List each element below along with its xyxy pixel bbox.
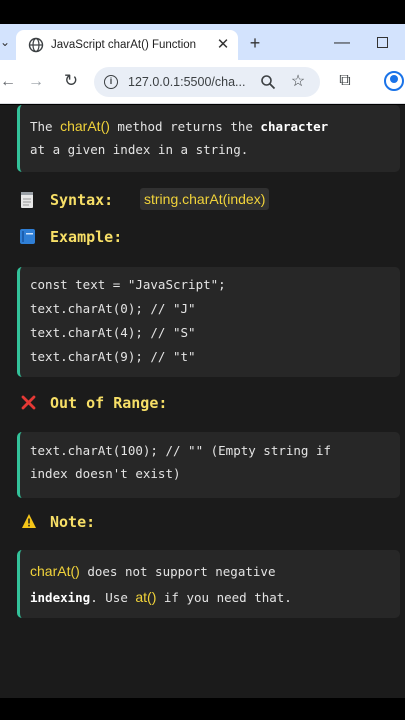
note-line-1: charAt() does not support negative	[30, 563, 276, 579]
out-of-range-line-2: index doesn't exist)	[30, 466, 181, 481]
note-code-charat: charAt()	[30, 563, 80, 579]
example-code-card: const text = "JavaScript"; text.charAt(0…	[17, 267, 400, 377]
syntax-code: string.charAt(index)	[140, 188, 270, 210]
syntax-label: Syntax:	[50, 191, 114, 209]
note-line-2: indexing. Use at() if you need that.	[30, 589, 292, 605]
tab-active[interactable]: JavaScript charAt() Function ✕	[16, 30, 238, 60]
out-of-range-line-1: text.charAt(100); // "" (Empty string if	[30, 443, 332, 458]
extensions-icon[interactable]: ⧉	[335, 71, 355, 91]
intro-line-2: at a given index in a string.	[30, 142, 249, 157]
example-code-line: text.charAt(4); // "S"	[30, 325, 196, 340]
globe-icon	[28, 37, 44, 53]
note-label: Note:	[50, 513, 96, 531]
profile-icon[interactable]	[384, 71, 404, 91]
back-button[interactable]: ←	[0, 72, 16, 92]
screen-bottom-edge	[0, 698, 405, 720]
warning-icon	[22, 514, 36, 528]
reload-button[interactable]: ↻	[61, 71, 81, 91]
page-content: The charAt() method returns the characte…	[0, 105, 405, 698]
note-heading: Note:	[18, 510, 218, 534]
maximize-button[interactable]	[377, 37, 388, 48]
address-bar[interactable]: i 127.0.0.1:5500/cha... ☆	[94, 67, 320, 97]
cross-mark-icon	[21, 395, 36, 410]
note-bold-indexing: indexing	[30, 590, 91, 605]
zoom-icon[interactable]	[260, 74, 276, 90]
screen-top-edge	[0, 0, 405, 24]
forward-button[interactable]: →	[28, 72, 46, 92]
example-code-line: text.charAt(0); // "J"	[30, 301, 196, 316]
note-card: charAt() does not support negative index…	[17, 550, 400, 618]
browser-toolbar: ← → ↻ i 127.0.0.1:5500/cha... ☆ ⧉	[0, 60, 405, 104]
tab-close-icon[interactable]: ✕	[214, 36, 232, 54]
syntax-heading: Syntax: string.charAt(index)	[18, 188, 318, 212]
intro-code-charat: charAt()	[60, 118, 110, 134]
memo-icon	[21, 192, 33, 208]
out-of-range-heading: Out of Range:	[18, 391, 268, 415]
tab-title: JavaScript charAt() Function	[51, 39, 197, 51]
note-code-at: at()	[135, 589, 157, 605]
site-info-icon[interactable]: i	[104, 75, 118, 89]
tab-search-chevron-icon[interactable]: ⌄	[0, 34, 14, 50]
out-of-range-card: text.charAt(100); // "" (Empty string if…	[17, 432, 400, 498]
intro-line-1: The charAt() method returns the characte…	[30, 118, 329, 134]
tab-strip: ⌄ JavaScript charAt() Function ✕ + —	[0, 24, 405, 60]
example-heading: Example:	[18, 225, 218, 249]
intro-card: The charAt() method returns the characte…	[17, 105, 400, 172]
example-label: Example:	[50, 228, 123, 246]
intro-bold-character: character	[260, 119, 329, 134]
out-of-range-label: Out of Range:	[50, 394, 168, 412]
new-tab-button[interactable]: +	[245, 33, 265, 53]
url-text[interactable]: 127.0.0.1:5500/cha...	[128, 74, 246, 90]
example-code-line: text.charAt(9); // "t"	[30, 349, 196, 364]
example-code-line: const text = "JavaScript";	[30, 277, 226, 292]
blue-book-icon	[20, 229, 35, 244]
minimize-button[interactable]: —	[333, 33, 351, 53]
bookmark-star-icon[interactable]: ☆	[289, 72, 307, 92]
